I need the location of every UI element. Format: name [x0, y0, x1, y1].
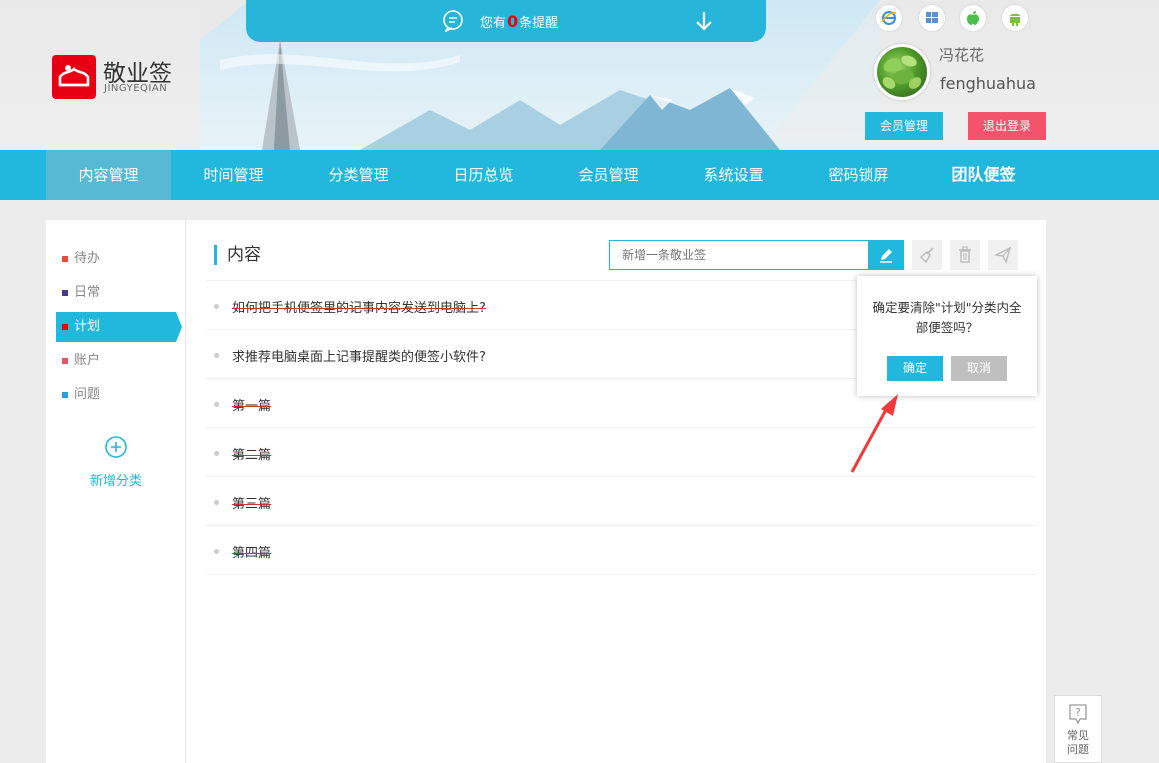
- note-text: 第四篇: [232, 546, 272, 561]
- add-category-label: 新增分类: [89, 474, 142, 489]
- note-item[interactable]: 如何把手机便签里的记事内容发送到电脑上?: [214, 297, 486, 316]
- reminder-bar[interactable]: 您有0条提醒: [246, 0, 766, 42]
- nav-calendar-overview[interactable]: 日历总览: [421, 150, 546, 200]
- reminder-count: 0: [507, 12, 519, 31]
- category-todo[interactable]: 待办: [56, 244, 176, 274]
- note-bullet: [214, 402, 219, 407]
- category-label: 账户: [74, 353, 101, 368]
- divider: [206, 525, 1036, 526]
- note-item[interactable]: 第二篇: [214, 444, 271, 463]
- note-item[interactable]: 第三篇: [214, 493, 271, 512]
- member-management-button[interactable]: 会员管理: [865, 112, 943, 140]
- category-daily[interactable]: 日常: [56, 278, 176, 308]
- ie-icon[interactable]: [876, 5, 902, 31]
- main-nav: 内容管理 时间管理 分类管理 日历总览 会员管理 系统设置 密码锁屏 团队便签: [0, 150, 1159, 200]
- divider: [206, 476, 1036, 477]
- content-title: 内容: [214, 245, 261, 265]
- avatar-image: [882, 55, 922, 89]
- nav-content-management[interactable]: 内容管理: [46, 150, 171, 200]
- note-bullet: [214, 500, 219, 505]
- category-plan[interactable]: 计划: [56, 312, 182, 342]
- username-cn: 冯花花: [939, 46, 985, 64]
- plus-circle-icon: [105, 436, 127, 458]
- add-note-button[interactable]: [868, 240, 904, 270]
- category-label: 日常: [74, 285, 101, 300]
- trash-icon: [959, 246, 971, 263]
- note-item[interactable]: 第四篇: [214, 542, 271, 561]
- note-text: 第三篇: [232, 497, 272, 512]
- divider: [206, 427, 1036, 428]
- question-icon: ?: [1069, 704, 1087, 725]
- username-en: fenghuahua: [940, 74, 1036, 93]
- pencil-icon: [880, 249, 892, 263]
- broom-icon: [919, 247, 934, 264]
- category-dot: [62, 392, 68, 398]
- brand-subtitle: JINGYEQIAN: [104, 83, 168, 94]
- note-bullet: [214, 451, 219, 456]
- send-button[interactable]: [988, 240, 1018, 270]
- send-icon: [994, 246, 1012, 264]
- category-dot: [62, 256, 68, 262]
- windows-icon[interactable]: [919, 5, 945, 31]
- category-dot: [62, 290, 68, 296]
- android-icon[interactable]: [1002, 5, 1028, 31]
- delete-button[interactable]: [950, 240, 980, 270]
- nav-team-notes[interactable]: 团队便签: [921, 150, 1046, 200]
- confirm-cancel-button[interactable]: 取消: [951, 356, 1007, 381]
- note-text: 第二篇: [232, 448, 272, 463]
- note-bullet: [214, 304, 219, 309]
- logout-button[interactable]: 退出登录: [968, 112, 1046, 140]
- annotation-arrow-icon: [850, 394, 898, 473]
- category-label: 问题: [74, 387, 101, 402]
- note-bullet: [214, 549, 219, 554]
- category-dot: [62, 358, 68, 364]
- note-item[interactable]: 求推荐电脑桌面上记事提醒类的便签小软件?: [214, 346, 486, 365]
- note-text: 求推荐电脑桌面上记事提醒类的便签小软件?: [232, 350, 486, 365]
- message-icon: [443, 10, 463, 32]
- new-note-input[interactable]: [609, 240, 869, 270]
- help-label-line2: 问题: [1067, 743, 1089, 756]
- note-text: 如何把手机便签里的记事内容发送到电脑上?: [232, 301, 486, 316]
- nav-time-management[interactable]: 时间管理: [171, 150, 296, 200]
- category-label: 计划: [74, 319, 101, 334]
- apple-icon[interactable]: [960, 5, 986, 31]
- logo-icon: [58, 65, 90, 87]
- brand-logo[interactable]: [52, 55, 96, 99]
- category-sidebar: 待办 日常 计划 账户 问题 新增分类: [46, 220, 186, 763]
- nav-category-management[interactable]: 分类管理: [296, 150, 421, 200]
- avatar[interactable]: [874, 44, 930, 100]
- category-account[interactable]: 账户: [56, 346, 176, 376]
- arrow-down-icon[interactable]: [694, 10, 714, 32]
- confirm-message: 确定要清除"计划"分类内全部便签吗？: [872, 300, 1022, 335]
- nav-password-lock[interactable]: 密码锁屏: [796, 150, 921, 200]
- category-question[interactable]: 问题: [56, 380, 176, 410]
- help-label-line1: 常见: [1067, 729, 1089, 742]
- clear-button[interactable]: [912, 240, 942, 270]
- category-label: 待办: [74, 251, 101, 266]
- reminder-text: 您有0条提醒: [480, 12, 559, 31]
- add-category-button[interactable]: 新增分类: [86, 435, 146, 489]
- divider: [206, 574, 1036, 575]
- category-dot: [62, 324, 68, 330]
- nav-member-management[interactable]: 会员管理: [546, 150, 671, 200]
- note-bullet: [214, 353, 219, 358]
- note-item[interactable]: 第一篇: [214, 395, 271, 414]
- nav-system-settings[interactable]: 系统设置: [671, 150, 796, 200]
- help-button[interactable]: ? 常见 问题: [1054, 695, 1102, 763]
- confirm-ok-button[interactable]: 确定: [887, 356, 943, 381]
- confirm-popup: 确定要清除"计划"分类内全部便签吗？ 确定 取消: [857, 276, 1037, 396]
- note-text: 第一篇: [232, 399, 272, 414]
- svg-text:?: ?: [1075, 706, 1081, 719]
